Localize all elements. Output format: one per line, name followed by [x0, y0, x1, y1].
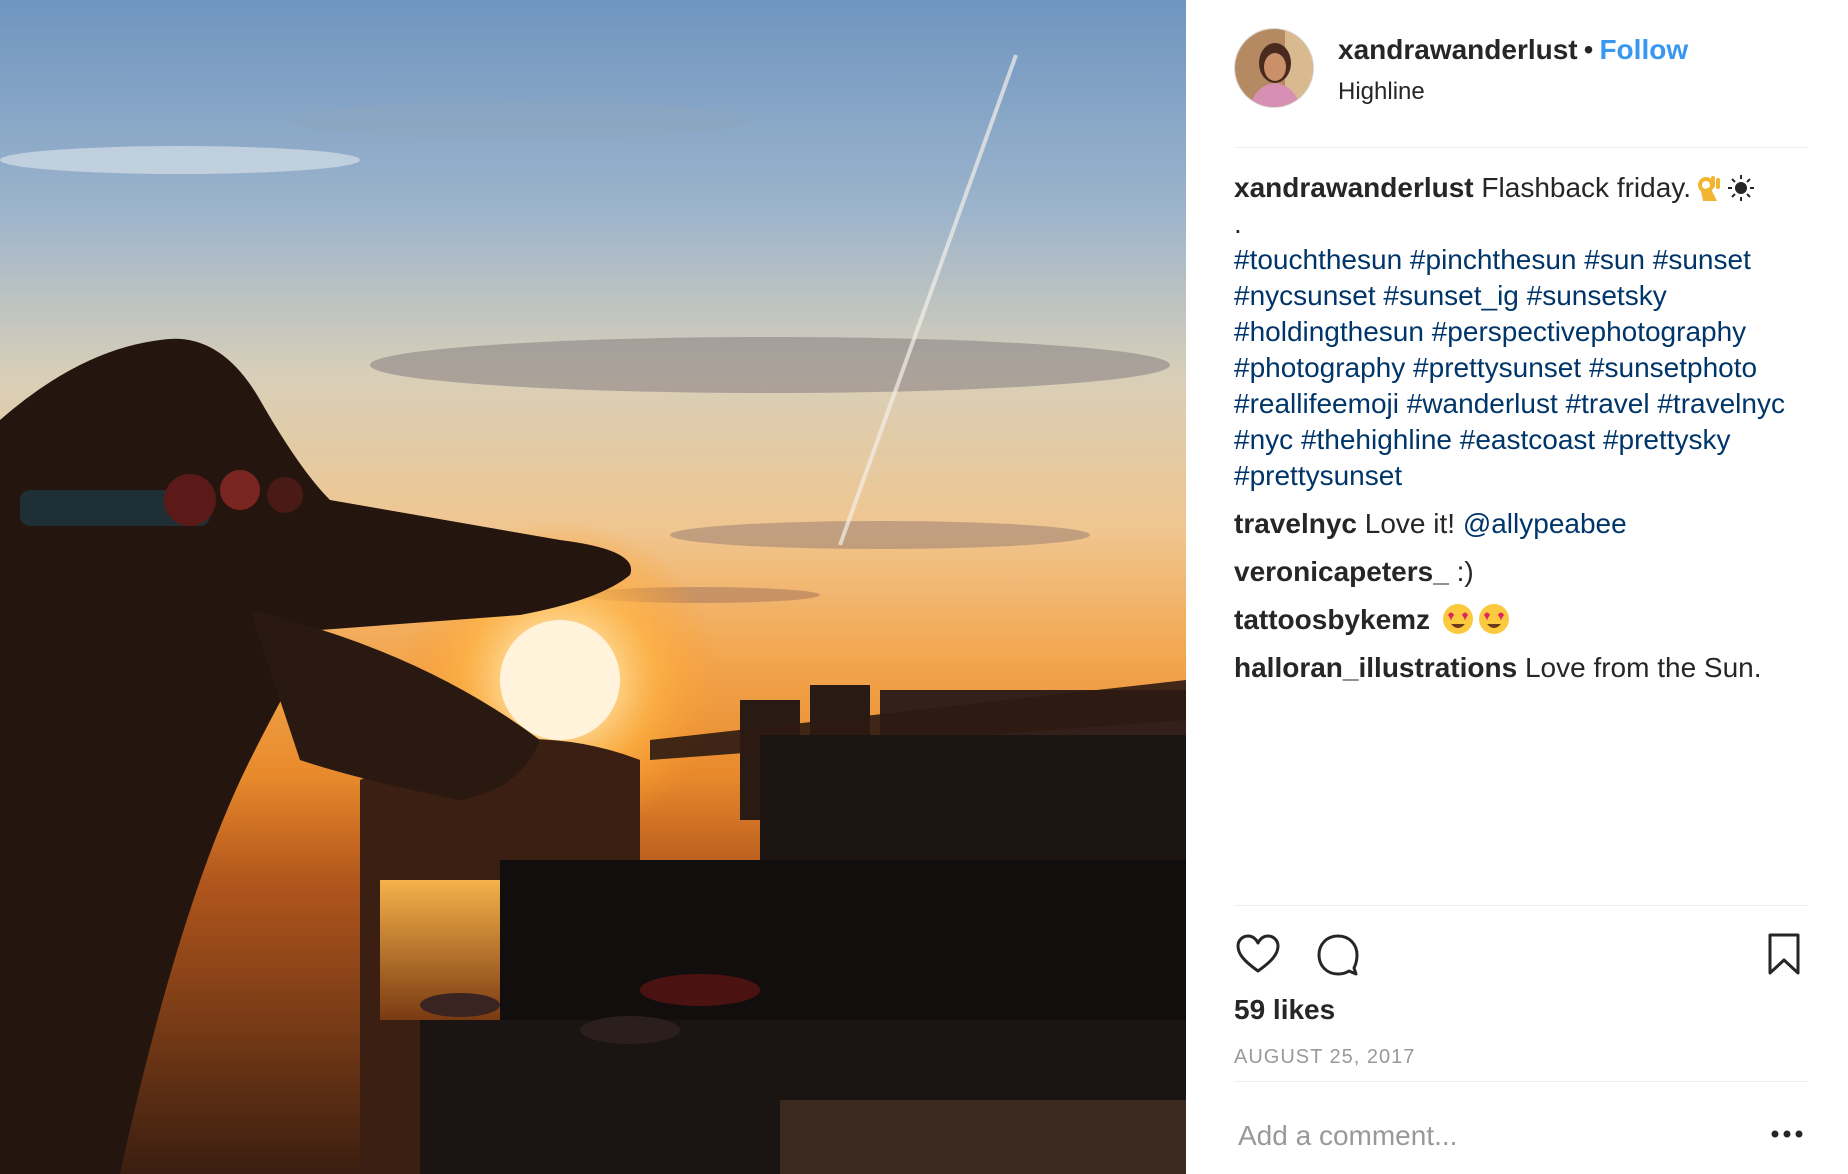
comment: halloran_illustrations Love from the Sun…: [1234, 650, 1808, 686]
comment-text: Love from the Sun.: [1524, 652, 1762, 683]
hashtag[interactable]: #sunsetsky: [1527, 280, 1667, 311]
hashtag[interactable]: #wanderlust: [1407, 388, 1558, 419]
comment-username[interactable]: halloran_illustrations: [1234, 652, 1517, 683]
comment-username[interactable]: travelnyc: [1234, 508, 1357, 539]
avatar[interactable]: [1234, 28, 1314, 108]
hashtag[interactable]: #nycsunset: [1234, 280, 1376, 311]
post-photo[interactable]: [0, 0, 1186, 1174]
hashtag[interactable]: #sunsetphoto: [1589, 352, 1757, 383]
hashtag[interactable]: #photography: [1234, 352, 1405, 383]
sunset-photo: [0, 0, 1186, 1174]
add-comment-bar: [1234, 1110, 1808, 1160]
post-side-panel: xandrawanderlust • Follow Highline xandraw…: [1186, 0, 1848, 1174]
comment-username[interactable]: tattoosbykemz: [1234, 604, 1430, 635]
comment: travelnyc Love it! @allypeabee: [1234, 506, 1808, 542]
comment: veronicapeters_ :): [1234, 554, 1808, 590]
hashtag[interactable]: #eastcoast: [1460, 424, 1595, 455]
hashtag[interactable]: #prettysunset: [1234, 460, 1402, 491]
separator-dot: •: [1583, 34, 1594, 65]
bookmark-icon: [1768, 933, 1800, 975]
caption-hashtags: #touchthesun #pinchthesun #sun #sunset #…: [1234, 242, 1808, 494]
hashtag[interactable]: #thehighline: [1301, 424, 1452, 455]
caption: xandrawanderlust Flashback friday. . #to…: [1234, 170, 1808, 494]
hashtag[interactable]: #prettysky: [1603, 424, 1731, 455]
avatar-image: [1235, 29, 1313, 107]
caption-username[interactable]: xandrawanderlust: [1234, 172, 1474, 203]
location-link[interactable]: Highline: [1338, 78, 1425, 106]
comment-button[interactable]: [1314, 930, 1362, 978]
hashtag[interactable]: #perspectivephotography: [1432, 316, 1746, 347]
post-actions: 59 likes AUGUST 25, 2017: [1234, 905, 1808, 1082]
comment-text: :): [1456, 556, 1474, 587]
comments-list: xandrawanderlust Flashback friday. . #to…: [1234, 170, 1808, 900]
hashtag[interactable]: #touchthesun: [1234, 244, 1402, 275]
comment-mention[interactable]: @allypeabee: [1463, 508, 1627, 539]
caption-dot-line: .: [1234, 208, 1242, 239]
heart-eyes-emoji-icon: [1442, 604, 1473, 634]
add-comment-input[interactable]: [1238, 1118, 1738, 1154]
post-date: AUGUST 25, 2017: [1234, 1046, 1416, 1068]
likes-count[interactable]: 59 likes: [1234, 994, 1335, 1026]
hashtag[interactable]: #sunset_ig: [1383, 280, 1518, 311]
hashtag[interactable]: #nyc: [1234, 424, 1293, 455]
hashtag[interactable]: #holdingthesun: [1234, 316, 1424, 347]
comment-text: Love it!: [1364, 508, 1456, 539]
caption-text: Flashback friday.: [1481, 172, 1691, 203]
hashtag[interactable]: #sunset: [1653, 244, 1751, 275]
like-button[interactable]: [1234, 930, 1282, 978]
header-user-line: xandrawanderlust • Follow: [1338, 34, 1688, 66]
comment: tattoosbykemz: [1234, 602, 1808, 638]
more-options-icon[interactable]: [1770, 1124, 1804, 1144]
comment-bubble-icon: [1317, 934, 1359, 976]
comment-username[interactable]: veronicapeters_: [1234, 556, 1449, 587]
hashtag[interactable]: #pinchthesun: [1410, 244, 1577, 275]
ok-hand-emoji-icon: [1697, 176, 1720, 201]
hashtag[interactable]: #prettysunset: [1413, 352, 1581, 383]
hashtag[interactable]: #travel: [1566, 388, 1650, 419]
header-username[interactable]: xandrawanderlust: [1338, 34, 1578, 65]
hashtag[interactable]: #travelnyc: [1657, 388, 1785, 419]
heart-icon: [1236, 934, 1280, 973]
sun-emoji-icon: [1727, 175, 1754, 201]
follow-button[interactable]: Follow: [1599, 34, 1688, 65]
hashtag[interactable]: #reallifeemoji: [1234, 388, 1399, 419]
heart-eyes-emoji-icon: [1478, 604, 1509, 634]
save-button[interactable]: [1760, 930, 1808, 978]
hashtag[interactable]: #sun: [1584, 244, 1645, 275]
post-header: xandrawanderlust • Follow Highline: [1234, 28, 1808, 148]
